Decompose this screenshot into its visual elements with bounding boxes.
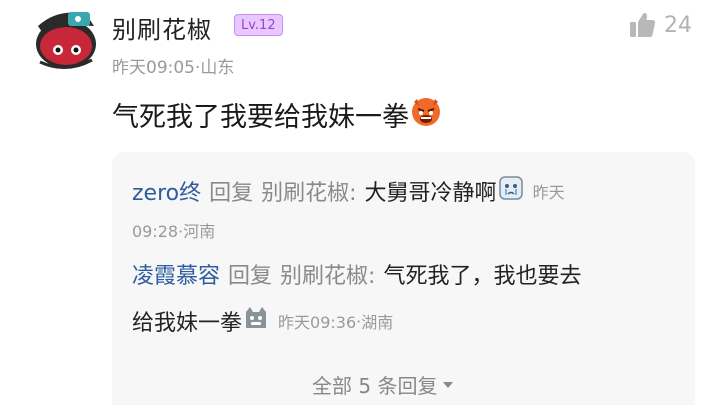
reply-1-line[interactable]: zero终 回复 别刷花椒: 大舅哥冷静啊 昨天 [132,174,565,208]
reply-word: 回复 [228,264,273,289]
reply-location: 湖南 [361,313,394,332]
reply-text-line-2: 给我妹一拳 [132,311,243,336]
thumbs-up-icon [630,13,656,37]
crying-face-emoji-icon [497,174,525,208]
reply-location: 河南 [183,222,216,241]
reply-text-line-1: 气死我了，我也要去 [383,264,582,289]
avatar[interactable] [28,4,98,70]
comment-text: 气死我了我要给我妹一拳 [112,94,443,135]
post-time: 昨天09:05 [112,58,195,78]
cat-face-emoji-icon [242,304,270,338]
reply-time: 昨天09:36 [278,313,357,332]
reply-2-line[interactable]: 凌霞慕容 回复 别刷花椒: 气死我了，我也要去 [132,258,581,290]
angry-face-emoji-icon [409,94,443,135]
caret-down-icon [443,381,454,388]
reply-1-meta: 09:28·河南 [132,218,215,242]
view-all-replies-button[interactable]: 全部 5 条回复 [312,370,454,399]
avatar-image [36,12,96,69]
reply-time: 09:28 [132,222,179,241]
reply-word: 回复 [209,181,254,206]
reply-2-line-2: 给我妹一拳 昨天09:36 · 湖南 [132,304,393,338]
reply-target[interactable]: 别刷花椒: [280,258,375,290]
reply-target[interactable]: 别刷花椒: [261,175,356,207]
view-all-replies-label: 全部 5 条回复 [312,374,438,398]
post-location: 山东 [200,58,235,78]
post-meta: 昨天09:05·山东 [112,53,234,78]
level-badge: Lv.12 [234,14,283,36]
like-button[interactable]: 24 [628,10,692,40]
comment-card: 别刷花椒 Lv.12 昨天09:05·山东 24 气死我了我要给我妹一拳 zer… [0,0,720,405]
username[interactable]: 别刷花椒 [112,10,212,45]
replies-panel: zero终 回复 别刷花椒: 大舅哥冷静啊 昨天 09:28·河南 凌霞慕容 回… [112,152,695,405]
reply-author[interactable]: zero终 [132,175,201,207]
comment-body: 气死我了我要给我妹一拳 [112,102,409,133]
reply-time-date: 昨天 [532,183,565,202]
reply-author[interactable]: 凌霞慕容 [132,258,220,290]
like-count: 24 [664,12,692,38]
reply-text: 大舅哥冷静啊 [364,181,497,206]
